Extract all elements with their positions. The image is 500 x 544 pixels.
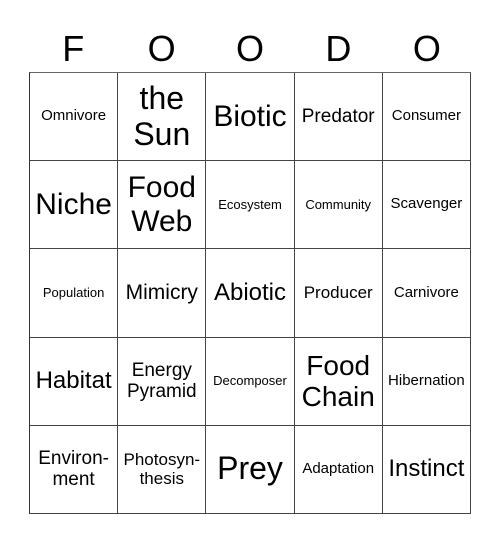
cell-label: Population (42, 284, 105, 300)
cell-label: Habitat (35, 366, 112, 394)
cell-label: Adaptation (302, 459, 375, 477)
cell-label: Consumer (391, 107, 461, 125)
bingo-cell[interactable]: Mimicry (118, 249, 207, 338)
header-letter: O (236, 28, 265, 69)
cell-label: Energy Pyramid (126, 359, 197, 403)
cell-label: Decomposer (213, 372, 287, 388)
bingo-cell[interactable]: Predator (294, 73, 383, 162)
bingo-cell[interactable]: Carnivore (382, 249, 471, 338)
bingo-cell[interactable]: Food Web (118, 161, 207, 250)
cell-label: Carnivore (393, 283, 459, 301)
bingo-cell[interactable]: Biotic (206, 73, 295, 162)
bingo-cell[interactable]: Population (30, 249, 119, 338)
bingo-cell[interactable]: Prey (206, 425, 295, 514)
cell-label: Omnivore (41, 107, 107, 125)
bingo-cell[interactable]: Adaptation (294, 425, 383, 514)
cell-label: Photosyn- thesis (123, 450, 201, 489)
cell-label: Ecosystem (218, 196, 282, 212)
header-letter: O (412, 28, 441, 69)
cell-label: Community (305, 196, 372, 212)
header-letter: D (325, 28, 352, 69)
bingo-cell[interactable]: Environ- ment (30, 425, 119, 514)
bingo-cell[interactable]: Omnivore (30, 73, 119, 162)
cell-label: the Sun (133, 79, 191, 152)
bingo-cell[interactable]: Energy Pyramid (118, 337, 207, 426)
bingo-header: F O O D O (29, 26, 471, 72)
cell-label: Predator (301, 105, 375, 127)
cell-label: Mimicry (125, 281, 198, 305)
bingo-cell[interactable]: Habitat (30, 337, 119, 426)
bingo-cell[interactable]: Ecosystem (206, 161, 295, 250)
bingo-cell[interactable]: Decomposer (206, 337, 295, 426)
bingo-cell[interactable]: Photosyn- thesis (118, 425, 207, 514)
cell-label: Producer (303, 283, 373, 303)
bingo-cell[interactable]: Abiotic (206, 249, 295, 338)
cell-label: Prey (217, 450, 283, 487)
bingo-cell[interactable]: Community (294, 161, 383, 250)
bingo-cell[interactable]: Niche (30, 161, 119, 250)
cell-label: Scavenger (390, 195, 463, 213)
cell-label: Hibernation (388, 371, 465, 389)
bingo-cell[interactable]: Producer (294, 249, 383, 338)
cell-label: Biotic (213, 99, 287, 133)
bingo-cell[interactable]: Instinct (382, 425, 471, 514)
bingo-board: Omnivore the Sun Biotic Predator Consume… (29, 72, 471, 514)
bingo-cell[interactable]: Consumer (382, 73, 471, 162)
cell-label: Instinct (388, 454, 465, 482)
bingo-cell[interactable]: Hibernation (382, 337, 471, 426)
header-letter: O (147, 28, 176, 69)
cell-label: Abiotic (213, 278, 287, 306)
cell-label: Niche (35, 187, 112, 221)
header-letter: F (62, 28, 85, 69)
bingo-cell[interactable]: Scavenger (382, 161, 471, 250)
cell-label: Food Chain (301, 349, 375, 413)
bingo-cell[interactable]: the Sun (118, 73, 207, 162)
cell-label: Environ- ment (38, 448, 109, 491)
cell-label: Food Web (127, 171, 196, 238)
bingo-cell[interactable]: Food Chain (294, 337, 383, 426)
